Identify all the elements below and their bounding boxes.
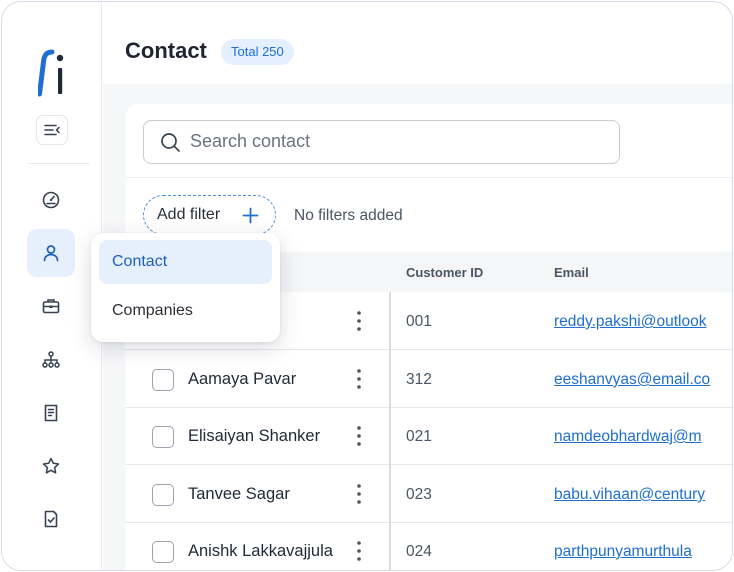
contact-name[interactable]: Anishk Lakkavajjula <box>188 542 333 561</box>
app-logo <box>38 49 64 97</box>
customer-id: 001 <box>406 313 432 330</box>
contact-name[interactable]: Elisaiyan Shanker <box>188 427 320 446</box>
dropdown-item-label: Contact <box>112 253 168 270</box>
collapse-sidebar-button[interactable] <box>36 115 68 145</box>
row-checkbox[interactable] <box>152 484 174 506</box>
email-link[interactable]: babu.vihaan@century <box>554 486 732 504</box>
more-options-icon[interactable] <box>355 483 363 505</box>
sidebar-item-companies[interactable] <box>27 282 75 330</box>
task-icon <box>44 510 58 528</box>
row-checkbox[interactable] <box>152 541 174 563</box>
sidebar-item-documents[interactable] <box>27 389 75 437</box>
more-options-icon[interactable] <box>355 310 363 332</box>
document-icon <box>44 404 58 422</box>
org-chart-icon <box>42 351 60 368</box>
table-row[interactable]: Anishk Lakkavajjula 024 parthpunyamurthu… <box>125 523 732 570</box>
customer-id: 021 <box>406 428 432 445</box>
dashboard-icon <box>42 191 60 209</box>
page-title: Contact <box>125 38 207 63</box>
column-header-customer-id[interactable]: Customer ID <box>406 265 483 280</box>
filter-status: No filters added <box>294 207 403 224</box>
more-options-icon[interactable] <box>355 540 363 562</box>
sidebar-item-tasks[interactable] <box>27 495 75 543</box>
search-icon <box>161 133 180 152</box>
sidebar <box>2 2 102 570</box>
briefcase-icon <box>42 299 60 314</box>
add-filter-button[interactable]: Add filter <box>143 195 276 235</box>
more-options-icon[interactable] <box>355 425 363 447</box>
more-options-icon[interactable] <box>355 368 363 390</box>
sidebar-item-org[interactable] <box>27 336 75 384</box>
total-count-badge: Total 250 <box>221 39 294 65</box>
contact-name[interactable]: Tanvee Sagar <box>188 485 290 504</box>
dropdown-item-contact[interactable]: Contact <box>99 240 272 284</box>
table-row[interactable]: Elisaiyan Shanker 021 namdeobhardwaj@m <box>125 408 732 465</box>
star-icon <box>42 457 60 474</box>
customer-id: 024 <box>406 543 432 560</box>
sidebar-item-favorites[interactable] <box>27 442 75 490</box>
email-link[interactable]: reddy.pakshi@outlook <box>554 313 732 331</box>
customer-id: 023 <box>406 486 432 503</box>
collapse-menu-icon <box>44 124 60 136</box>
search-input[interactable] <box>190 121 590 162</box>
email-link[interactable]: parthpunyamurthula <box>554 543 732 561</box>
table-row[interactable]: Tanvee Sagar 023 babu.vihaan@century <box>125 466 732 523</box>
dropdown-item-label: Companies <box>112 302 193 319</box>
email-link[interactable]: eeshanvyas@email.co <box>554 371 732 389</box>
sidebar-item-contact[interactable] <box>27 229 75 277</box>
row-checkbox[interactable] <box>152 369 174 391</box>
sidebar-divider <box>28 163 90 164</box>
app-window: Contact Total 250 Add filter No filters … <box>1 1 733 571</box>
column-header-email[interactable]: Email <box>554 265 589 280</box>
row-checkbox[interactable] <box>152 426 174 448</box>
table-row[interactable]: Aamaya Pavar 312 eeshanvyas@email.co <box>125 351 732 408</box>
sidebar-item-dashboard[interactable] <box>27 176 75 224</box>
contact-name[interactable]: Aamaya Pavar <box>188 370 296 389</box>
add-filter-label: Add filter <box>157 206 221 223</box>
customer-id: 312 <box>406 371 432 388</box>
contact-icon <box>43 245 59 262</box>
filter-divider <box>125 177 732 178</box>
filter-type-dropdown: Contact Companies <box>91 233 280 342</box>
plus-icon <box>242 207 259 224</box>
dropdown-item-companies[interactable]: Companies <box>99 289 272 333</box>
search-box[interactable] <box>143 120 620 164</box>
frozen-column-divider <box>389 292 391 570</box>
email-link[interactable]: namdeobhardwaj@m <box>554 428 732 446</box>
